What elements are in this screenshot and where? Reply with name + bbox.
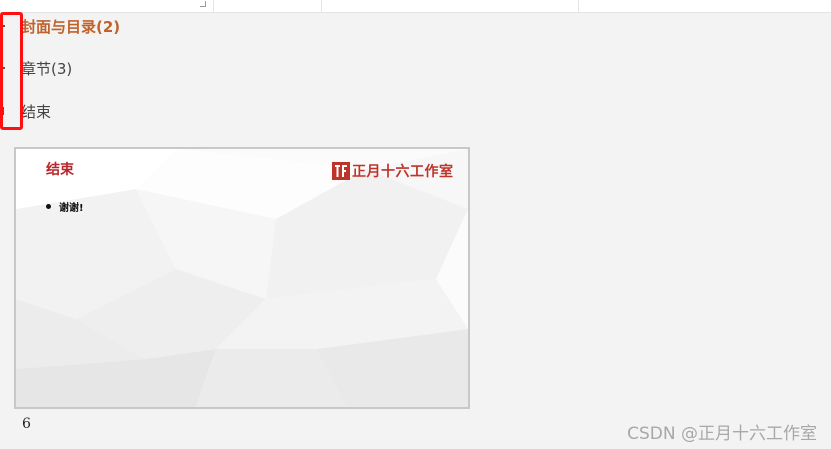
bullet-icon	[46, 204, 51, 209]
slide-title: 结束	[46, 162, 74, 178]
list-item: 谢谢!	[46, 199, 84, 214]
section-label: 章节(3)	[21, 59, 73, 78]
section-label: 结束	[21, 102, 52, 121]
toolbar-strip	[0, 0, 831, 13]
section-label: 封面与目录(2)	[21, 17, 121, 36]
brand-logo-icon	[332, 162, 350, 180]
toolbar-divider	[578, 0, 579, 12]
slide-thumbnail[interactable]: 结束 正月十六工作室 谢谢!	[14, 147, 470, 409]
brand-header: 正月十六工作室	[332, 161, 454, 181]
bullet-text: 谢谢!	[59, 203, 84, 214]
slide-number: 6	[22, 416, 31, 432]
brand-name: 正月十六工作室	[352, 164, 454, 180]
low-poly-background	[16, 149, 468, 407]
toolbar-divider	[321, 0, 322, 12]
annotation-highlight-box	[0, 12, 23, 130]
toolbar-divider	[213, 0, 214, 12]
watermark: CSDN @正月十六工作室	[627, 424, 817, 444]
resize-corner-icon	[200, 1, 206, 7]
